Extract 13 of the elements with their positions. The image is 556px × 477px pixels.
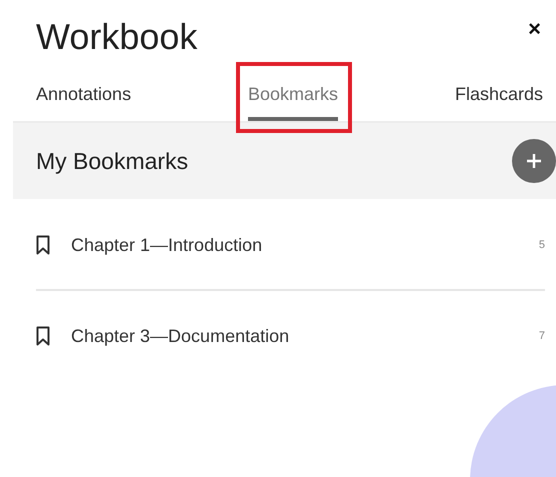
tab[interactable]: Annotations — [36, 84, 132, 121]
bookmark-title[interactable]: Chapter 1—Introduction — [71, 234, 539, 256]
page-number: 5 — [538, 239, 545, 251]
page-number: 7 — [538, 330, 545, 342]
bookmark-icon — [36, 326, 50, 346]
bookmark-icon — [36, 235, 50, 255]
close-button[interactable]: × — [526, 16, 543, 42]
window-title: Workbook — [36, 16, 198, 58]
add-button[interactable] — [512, 139, 556, 183]
tab[interactable]: Flashcards — [454, 84, 543, 121]
bookmark-title[interactable]: Chapter 3—Documentation — [71, 326, 539, 346]
section-title: My Bookmarks — [36, 148, 188, 174]
plus-icon — [524, 151, 544, 171]
